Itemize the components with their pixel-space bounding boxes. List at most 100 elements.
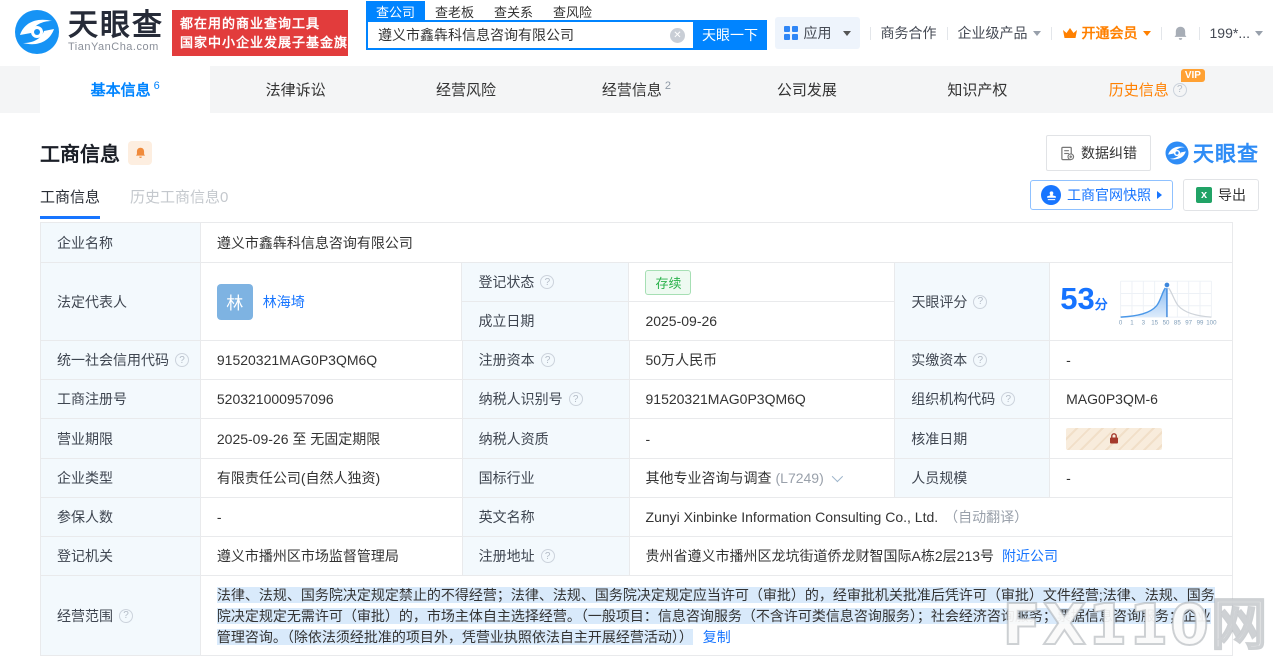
tianyancha-watermark-logo: 天眼查 [1165,138,1259,168]
score-distribution-chart[interactable]: 0 1 3 15 50 85 97 99 100 [1114,276,1218,328]
search-button[interactable]: 天眼一下 [693,20,767,50]
table-row: 法定代表人 林 林海埼 登记状态 存续 成立日期 2025-09-26 [41,263,1233,341]
tab-company-development[interactable]: 公司发展 [722,66,892,113]
taxpayer-qualification-value: - [629,419,896,459]
question-circle-icon[interactable] [540,353,555,367]
label-taxpayer-id: 纳税人识别号 [462,380,630,419]
question-circle-icon[interactable] [540,275,555,289]
tab-operation-risk[interactable]: 经营风险 [381,66,551,113]
monitor-bell-button[interactable] [128,140,152,165]
subtab-history-business-info[interactable]: 历史工商信息0 [130,186,228,219]
tianyancha-swirl-icon [15,10,59,54]
svg-text:1: 1 [1130,319,1134,326]
search-tabs: 查公司 查老板 查关系 查风险 [366,1,767,20]
company-type-value: 有限责任公司(自然人独资) [200,459,463,498]
question-circle-icon[interactable] [568,392,583,406]
nav-cooperation[interactable]: 商务合作 [881,23,937,43]
svg-text:0: 0 [1119,319,1123,326]
question-circle-icon[interactable] [119,608,133,623]
tianyan-score-value: 53分 0 1 3 15 50 85 97 99 100 [1050,263,1233,341]
subtab-business-info[interactable]: 工商信息 [40,186,101,219]
avatar[interactable]: 林 [216,283,253,320]
svg-text:3: 3 [1141,319,1145,326]
question-circle-icon[interactable] [540,549,555,563]
uscc-value: 91520321MAG0P3QM6Q [200,341,463,380]
label-registered-address: 注册地址 [462,537,630,576]
locked-value[interactable] [1066,427,1163,450]
label-approval-date: 核准日期 [895,419,1051,459]
tab-count: 6 [153,79,160,92]
business-info-table: 企业名称 遵义市鑫犇科信息咨询有限公司 法定代表人 林 林海埼 登记状态 存续 [40,222,1233,656]
tianyancha-company-page: 天眼查 TianYanCha.com 都在用的商业查询工具 国家中小企业发展子基… [0,0,1273,663]
tab-count: 2 [664,79,672,92]
tab-intellectual-property[interactable]: 知识产权 [892,66,1062,113]
promo-line1: 都在用的商业查询工具 [180,16,321,31]
promo-line2: 国家中小企业发展子基金旗下机构 [180,35,391,50]
label-business-scope: 经营范围 [41,576,201,656]
nav-apps-button[interactable]: 应用 [774,17,860,49]
logo-title: 天眼查 [68,9,164,42]
export-button[interactable]: x 导出 [1183,179,1259,211]
registration-status-value: 存续 [629,263,896,302]
table-row: 企业类型 有限责任公司(自然人独资) 国标行业 其他专业咨询与调查 (L7249… [41,459,1233,498]
established-date-value: 2025-09-26 [629,302,896,341]
approval-date-value [1050,419,1233,459]
nearby-companies-link[interactable]: 附近公司 [1002,546,1058,566]
search-tab-relation[interactable]: 查关系 [484,1,543,20]
registered-address-value: 贵州省遵义市播州区龙坑街道侨龙财智国际A栋2层213号 附近公司 [629,537,1233,576]
official-snapshot-button[interactable]: 工商官网快照 [1030,180,1173,210]
tab-history-info[interactable]: VIP 历史信息 [1063,66,1233,113]
question-circle-icon[interactable] [1001,392,1016,406]
excel-icon: x [1196,187,1212,203]
legal-representative-value: 林 林海埼 [200,263,463,341]
svg-text:100: 100 [1206,319,1217,326]
registration-authority-value: 遵义市播州区市场监督管理局 [200,537,463,576]
search-tab-boss[interactable]: 查老板 [425,1,484,20]
label-company-name: 企业名称 [41,223,201,263]
svg-text:50: 50 [1162,319,1169,326]
label-registration-status: 登记状态 [462,263,630,302]
tab-legal-litigation[interactable]: 法律诉讼 [210,66,380,113]
divider [1198,26,1200,40]
taxpayer-id-value: 91520321MAG0P3QM6Q [629,380,896,419]
question-circle-icon[interactable] [175,353,189,367]
bell-icon [1174,26,1186,40]
label-registration-number: 工商注册号 [41,380,201,419]
top-header: 天眼查 TianYanCha.com 都在用的商业查询工具 国家中小企业发展子基… [0,0,1273,66]
divider [1050,26,1052,40]
business-scope-value: 法律、法规、国务院决定规定禁止的不得经营；法律、法规、国务院决定规定应当许可（审… [200,576,1233,656]
lock-icon [1110,433,1119,444]
label-company-type: 企业类型 [41,459,201,498]
auto-translate-note: （自动翻译） [944,509,1029,525]
chevron-down-icon[interactable] [831,470,843,483]
table-row: 工商注册号 520321000957096 纳税人识别号 91520321MAG… [41,380,1233,419]
search-input[interactable] [366,20,693,50]
nav-vip-button[interactable]: 开通会员 [1062,23,1151,43]
clear-circle-icon[interactable]: ✕ [670,28,685,43]
table-row: 营业期限 2025-09-26 至 无固定期限 纳税人资质 - 核准日期 [41,419,1233,459]
tianyancha-swirl-icon [1165,141,1189,165]
crown-icon [1062,27,1077,38]
legal-representative-link[interactable]: 林海埼 [263,292,305,312]
search-tab-risk[interactable]: 查风险 [543,1,602,20]
user-menu[interactable]: 199*... [1210,25,1263,41]
nav-enterprise[interactable]: 企业级产品 [958,23,1041,43]
chevron-down-icon [1142,30,1151,36]
tab-business-info[interactable]: 经营信息 2 [551,66,721,113]
company-name-value: 遵义市鑫犇科信息咨询有限公司 [200,223,1233,263]
question-circle-icon[interactable] [973,294,988,309]
section-actions-bottom: 工商官网快照 x 导出 [1030,179,1259,211]
header-nav: 应用 商务合作 企业级产品 开通会员 199*... [774,17,1263,49]
data-correction-button[interactable]: 数据纠错 [1046,135,1151,171]
tab-basic-info[interactable]: 基本信息 6 [40,66,211,113]
svg-text:99: 99 [1196,319,1203,326]
nav-apps-label: 应用 [803,25,832,41]
chevron-down-icon [1032,30,1041,36]
notifications-button[interactable] [1172,25,1189,42]
copy-link[interactable]: 复制 [703,629,731,645]
label-established-date: 成立日期 [462,302,630,341]
question-circle-icon[interactable] [973,353,988,367]
site-logo[interactable]: 天眼查 TianYanCha.com [14,9,164,55]
search-tab-company[interactable]: 查公司 [366,1,426,20]
registered-capital-value: 50万人民币 [629,341,896,380]
